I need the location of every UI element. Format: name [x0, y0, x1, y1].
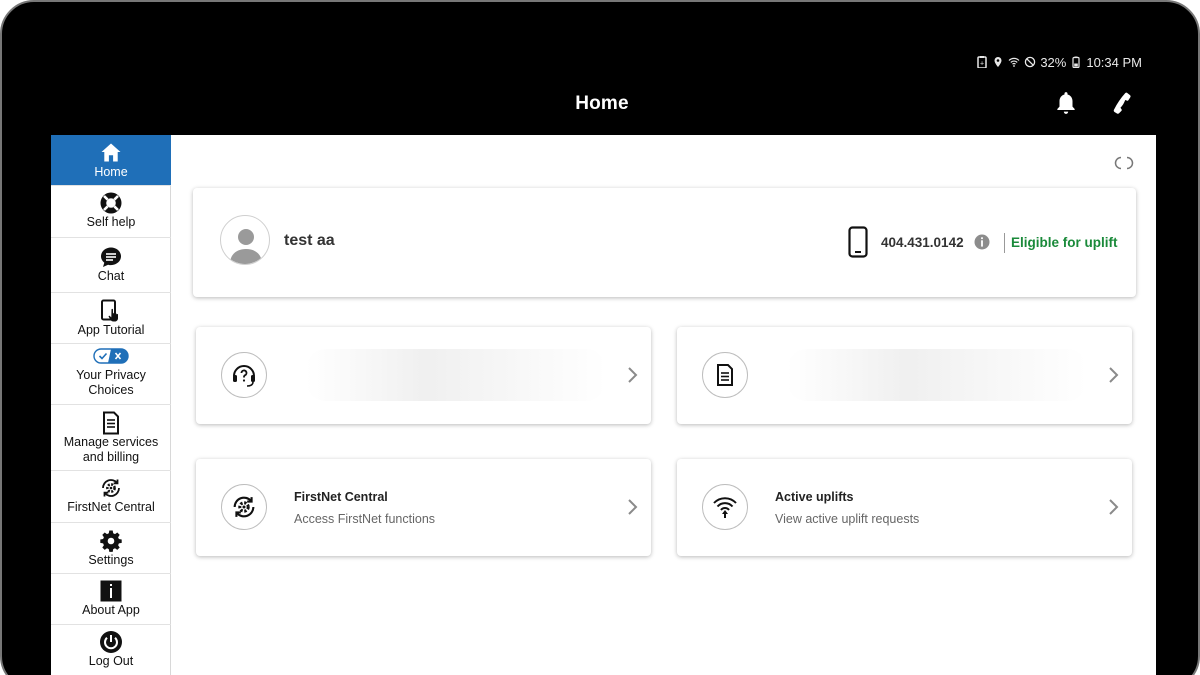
- chevron-right-icon: [628, 499, 638, 515]
- uplift-status-label: Eligible for uplift: [1011, 235, 1118, 250]
- refresh-icon[interactable]: [1114, 155, 1134, 171]
- tile-loading-placeholder: [787, 349, 1087, 401]
- user-name: test aa: [284, 232, 335, 249]
- gear-sync-icon: [98, 476, 124, 500]
- call-button[interactable]: [1106, 88, 1136, 118]
- tile-active-uplifts[interactable]: Active uplifts View active uplift reques…: [677, 459, 1132, 556]
- power-icon: [98, 630, 124, 654]
- sidebar-item-privacy-choices[interactable]: Your Privacy Choices: [51, 344, 171, 405]
- svg-text:+: +: [980, 61, 984, 68]
- tile-title: Active uplifts: [775, 490, 854, 504]
- battery-icon: [1070, 56, 1082, 68]
- info-icon[interactable]: [974, 234, 990, 250]
- sidebar-item-label: FirstNet Central: [67, 500, 155, 514]
- bell-icon: [1057, 92, 1075, 114]
- wifi-uplift-icon: [713, 497, 737, 518]
- battery-saver-icon: +: [976, 56, 988, 68]
- location-icon: [992, 56, 1004, 68]
- tile-subtitle: View active uplift requests: [775, 512, 920, 526]
- tile-title: FirstNet Central: [294, 490, 388, 504]
- wifi-icon: [1008, 56, 1020, 68]
- document-icon: [98, 411, 124, 435]
- profile-card: test aa 404.431.0142 Eligible for uplift: [193, 188, 1136, 297]
- document-icon: [717, 364, 733, 386]
- sidebar-item-self-help[interactable]: Self help: [51, 186, 171, 238]
- gear-icon: [98, 529, 124, 553]
- tile-support[interactable]: [196, 327, 651, 424]
- sidebar-item-about-app[interactable]: About App: [51, 574, 171, 625]
- phone-handset-icon: [1113, 92, 1131, 114]
- tile-icon-circle: [702, 352, 748, 398]
- phone-number: 404.431.0142: [881, 235, 964, 250]
- do-not-disturb-icon: [1024, 56, 1036, 68]
- sidebar-item-label: Log Out: [88, 654, 134, 668]
- status-bar: + 32% 10:34 PM: [976, 53, 1142, 71]
- info-square-icon: [98, 579, 124, 603]
- sidebar-item-label: Your Privacy Choices: [76, 368, 146, 397]
- gear-sync-icon: [233, 496, 255, 518]
- tile-icon-circle: [221, 484, 267, 530]
- sidebar-item-settings[interactable]: Settings: [51, 523, 171, 574]
- sidebar-item-label: About App: [82, 603, 140, 617]
- chat-bubble-icon: [98, 245, 124, 269]
- home-icon: [98, 141, 124, 165]
- avatar: [220, 215, 270, 265]
- sidebar-item-label: Settings: [88, 553, 134, 567]
- headset-question-icon: [233, 365, 255, 387]
- divider: [1004, 233, 1005, 253]
- tile-billing[interactable]: [677, 327, 1132, 424]
- sidebar-item-firstnet-central[interactable]: FirstNet Central: [51, 471, 171, 523]
- tile-loading-placeholder: [306, 349, 606, 401]
- tile-icon-circle: [221, 352, 267, 398]
- tile-icon-circle: [702, 484, 748, 530]
- clock-time: 10:34 PM: [1086, 54, 1142, 70]
- sidebar-item-log-out[interactable]: Log Out: [51, 625, 171, 675]
- tile-subtitle: Access FirstNet functions: [294, 512, 436, 526]
- tablet-tap-icon: [98, 299, 124, 323]
- user-silhouette-icon: [230, 229, 262, 264]
- chevron-right-icon: [628, 367, 638, 383]
- sidebar-item-label: Home: [94, 165, 128, 179]
- sidebar-item-manage-services[interactable]: Manage services and billing: [51, 405, 171, 471]
- chevron-right-icon: [1109, 367, 1119, 383]
- chevron-right-icon: [1109, 499, 1119, 515]
- sidebar-item-home[interactable]: Home: [51, 135, 171, 186]
- sidebar-item-label: App Tutorial: [77, 323, 145, 337]
- sidebar-item-chat[interactable]: Chat: [51, 238, 171, 293]
- privacy-toggle-icon: [93, 348, 129, 364]
- lifebuoy-icon: [98, 191, 124, 215]
- sidebar-item-label: Chat: [97, 269, 125, 283]
- battery-percent: 32%: [1040, 54, 1067, 70]
- page-title: Home: [575, 93, 629, 114]
- mobile-phone-icon: [848, 226, 868, 258]
- sidebar-nav: Home Self help Chat App Tutorial Your Pr…: [51, 135, 171, 675]
- sidebar-item-label: Manage services and billing: [63, 435, 159, 464]
- sidebar-item-label: Self help: [86, 215, 136, 229]
- tile-firstnet-central[interactable]: FirstNet Central Access FirstNet functio…: [196, 459, 651, 556]
- notifications-button[interactable]: [1051, 88, 1081, 118]
- device-frame: + 32% 10:34 PM Home Home Self help Chat …: [0, 0, 1200, 675]
- app-screen: Home Self help Chat App Tutorial Your Pr…: [51, 135, 1156, 675]
- main-content: test aa 404.431.0142 Eligible for uplift: [172, 135, 1156, 675]
- sidebar-item-app-tutorial[interactable]: App Tutorial: [51, 293, 171, 344]
